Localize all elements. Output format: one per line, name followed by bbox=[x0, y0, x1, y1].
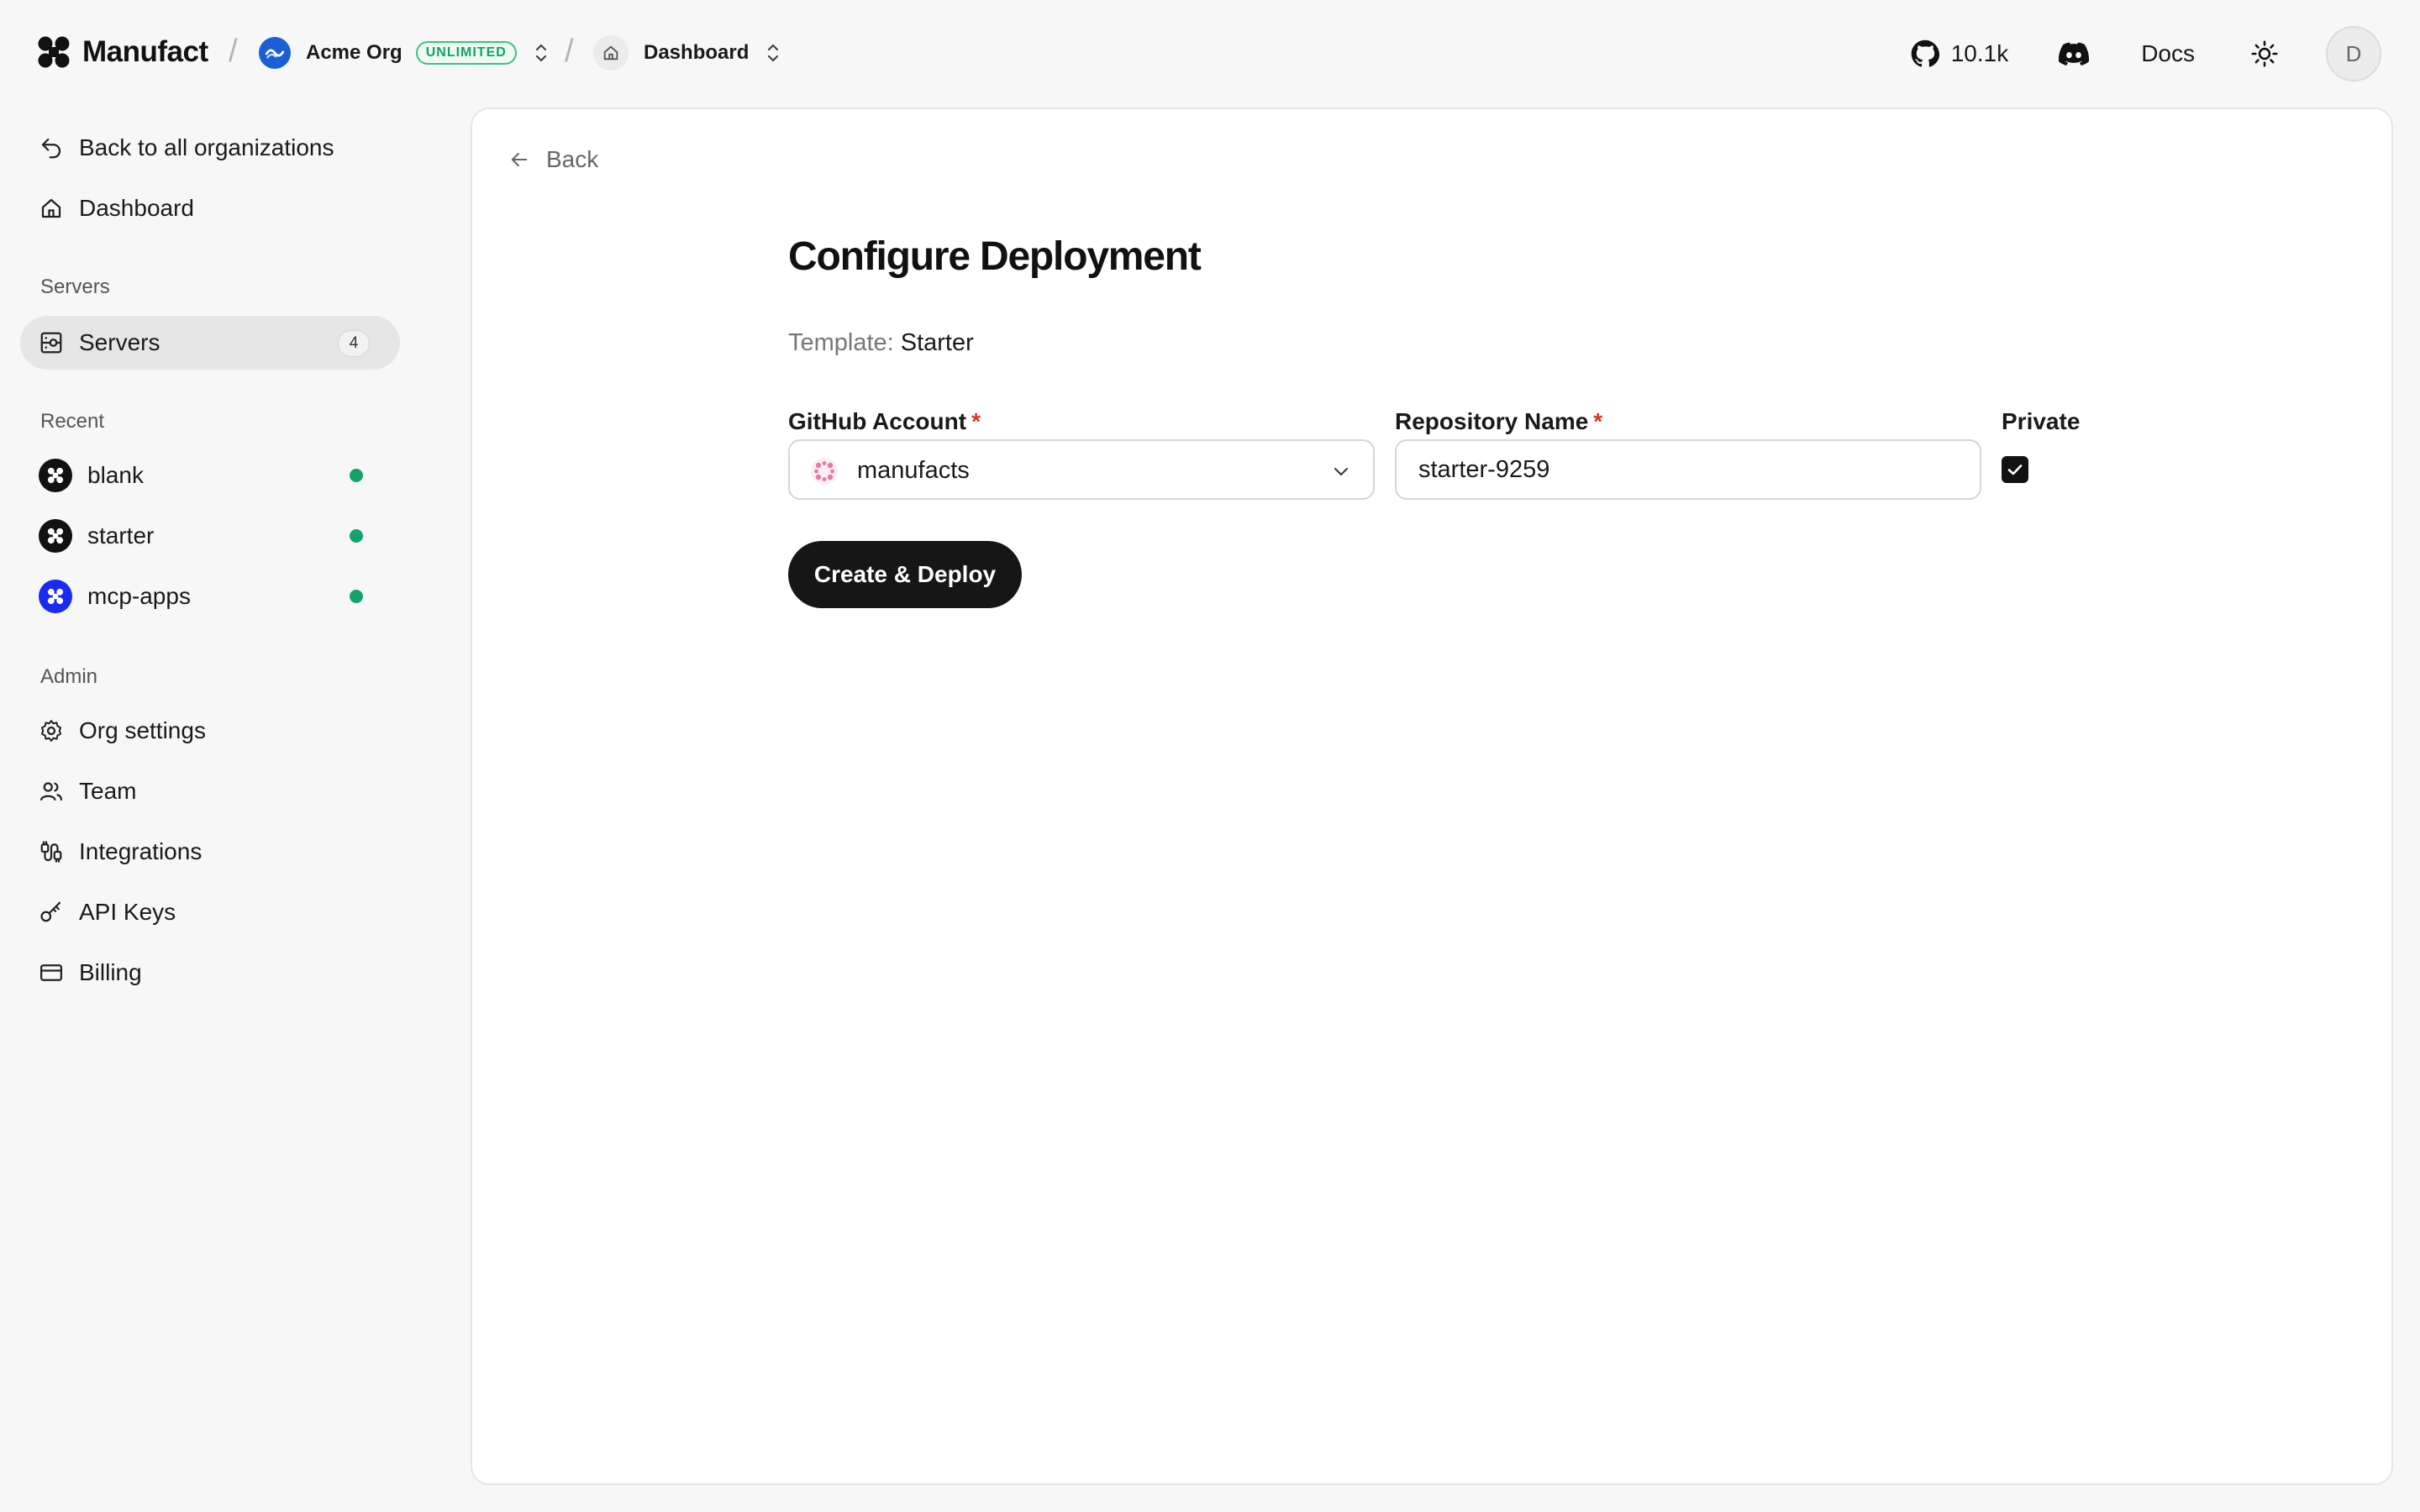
credit-card-icon bbox=[40, 964, 62, 981]
sidebar-item-label: Org settings bbox=[79, 717, 206, 743]
github-account-value: manufacts bbox=[857, 457, 970, 484]
back-to-organizations-link[interactable]: Back to all organizations bbox=[39, 129, 334, 166]
recent-item-blank[interactable]: blank bbox=[39, 457, 144, 494]
template-info: Template: Starter bbox=[788, 329, 974, 357]
sidebar-item-dashboard[interactable]: Dashboard bbox=[39, 190, 194, 227]
create-and-deploy-button[interactable]: Create & Deploy bbox=[788, 541, 1022, 608]
servers-count-badge: 4 bbox=[338, 330, 370, 357]
sidebar-item-integrations[interactable]: Integrations bbox=[39, 833, 202, 870]
recent-item-label: mcp-apps bbox=[87, 583, 191, 609]
github-account-label-text: GitHub Account bbox=[788, 408, 967, 434]
home-icon bbox=[41, 198, 61, 218]
sidebar-item-label: Integrations bbox=[79, 838, 203, 864]
org-avatar bbox=[259, 37, 291, 69]
key-icon bbox=[40, 901, 61, 922]
home-icon-wrap bbox=[593, 35, 629, 71]
required-mark: * bbox=[971, 408, 981, 434]
wave-icon bbox=[265, 49, 285, 59]
sidebar-item-org-settings[interactable]: Org settings bbox=[39, 712, 206, 749]
repository-name-label: Repository Name * bbox=[1395, 408, 1602, 435]
github-account-label: GitHub Account * bbox=[788, 408, 981, 435]
manufact-logo-icon bbox=[39, 580, 72, 613]
private-label: Private bbox=[2002, 408, 2081, 434]
back-link[interactable]: Back bbox=[508, 146, 598, 173]
repository-name-label-text: Repository Name bbox=[1395, 408, 1589, 434]
undo-arrow-icon bbox=[41, 138, 61, 159]
account-avatar-icon bbox=[811, 458, 838, 485]
org-name: Acme Org bbox=[306, 41, 402, 64]
sidebar-item-billing[interactable]: Billing bbox=[39, 954, 142, 991]
sun-icon[interactable] bbox=[2250, 39, 2279, 68]
sidebar-item-label: Team bbox=[79, 778, 137, 804]
org-switcher[interactable]: Acme Org UNLIMITED bbox=[259, 37, 550, 69]
arrow-left-icon bbox=[511, 152, 528, 167]
sidebar-item-api-keys[interactable]: API Keys bbox=[39, 894, 176, 931]
users-icon bbox=[40, 782, 62, 801]
section-label-recent: Recent bbox=[40, 410, 105, 433]
sidebar-item-team[interactable]: Team bbox=[39, 773, 136, 810]
home-icon bbox=[603, 45, 618, 60]
github-icon bbox=[1911, 39, 1939, 67]
main-panel: Back Configure Deployment Template: Start… bbox=[471, 108, 2393, 1485]
github-account-select[interactable]: manufacts bbox=[788, 439, 1375, 500]
back-to-organizations-label: Back to all organizations bbox=[79, 134, 334, 160]
check-icon bbox=[2007, 465, 2023, 475]
sidebar-item-servers[interactable]: Servers bbox=[39, 324, 160, 361]
gear-icon bbox=[41, 720, 61, 742]
back-label: Back bbox=[546, 146, 599, 172]
recent-item-label: blank bbox=[87, 462, 144, 488]
repository-name-input[interactable] bbox=[1395, 439, 1981, 500]
top-bar: Manufact / Acme Org UNLIMITED / Dashboar… bbox=[0, 0, 2420, 108]
recent-item-mcp-apps[interactable]: mcp-apps bbox=[39, 578, 191, 615]
recent-item-label: starter bbox=[87, 522, 155, 549]
sidebar: Back to all organizations Dashboard Serv… bbox=[0, 108, 471, 1512]
github-stars: 10.1k bbox=[1950, 40, 2009, 66]
required-mark: * bbox=[1593, 408, 1603, 434]
status-dot bbox=[350, 590, 363, 603]
template-value: Starter bbox=[900, 329, 974, 356]
github-link[interactable]: 10.1k bbox=[1911, 39, 2009, 68]
status-dot bbox=[350, 469, 363, 482]
sidebar-item-label: Servers bbox=[79, 329, 160, 355]
docs-link[interactable]: Docs bbox=[2141, 40, 2195, 67]
chevron-up-down-icon bbox=[535, 44, 546, 62]
sidebar-item-label: API Keys bbox=[79, 899, 176, 925]
section-label-admin: Admin bbox=[40, 665, 98, 688]
manufact-logo-icon bbox=[39, 519, 72, 553]
section-label-servers: Servers bbox=[40, 276, 110, 298]
discord-icon[interactable] bbox=[2059, 39, 2090, 69]
breadcrumb-separator: / bbox=[565, 34, 574, 69]
top-right-actions: 10.1k Docs D bbox=[1911, 26, 2381, 81]
chevron-up-down-icon bbox=[768, 44, 779, 62]
template-label: Template: bbox=[788, 329, 894, 356]
brand-name: Manufact bbox=[82, 35, 208, 68]
plan-badge: UNLIMITED bbox=[415, 41, 517, 65]
plug-icon bbox=[40, 841, 62, 863]
page-crumb: Dashboard bbox=[644, 41, 750, 64]
sidebar-item-label: Billing bbox=[79, 959, 142, 985]
manufact-logo-icon bbox=[39, 459, 72, 492]
app-window: Manufact / Acme Org UNLIMITED / Dashboar… bbox=[0, 0, 2420, 1512]
user-avatar[interactable]: D bbox=[2326, 26, 2381, 81]
page-switcher[interactable]: Dashboard bbox=[593, 35, 782, 71]
private-checkbox[interactable] bbox=[2002, 456, 2028, 483]
server-icon bbox=[40, 332, 62, 354]
breadcrumb-separator: / bbox=[229, 34, 238, 69]
chevron-down-icon bbox=[1334, 468, 1348, 475]
recent-item-starter[interactable]: starter bbox=[39, 517, 154, 554]
status-dot bbox=[350, 529, 363, 543]
manufact-logo-icon bbox=[38, 36, 70, 68]
sidebar-item-label: Dashboard bbox=[79, 195, 194, 221]
brand-logo[interactable]: Manufact bbox=[37, 35, 208, 69]
page-title: Configure Deployment bbox=[788, 234, 1202, 279]
